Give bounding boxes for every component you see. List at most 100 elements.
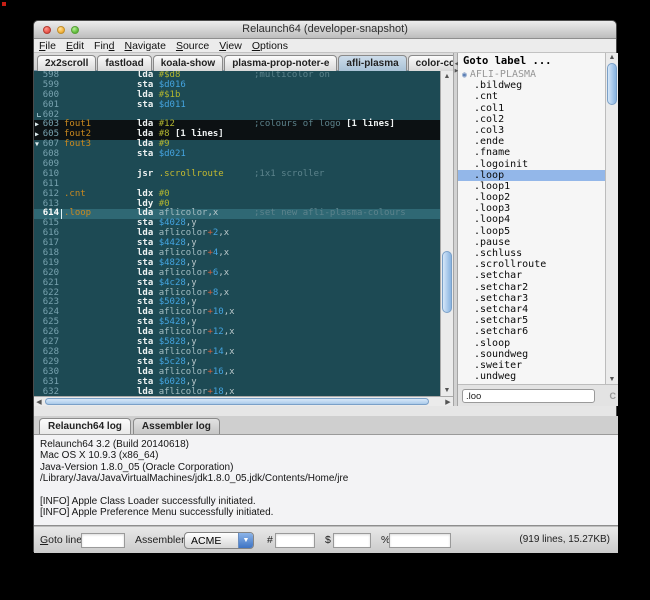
scroll-left-icon[interactable]: ◀ bbox=[34, 398, 44, 407]
code-line[interactable]: 617sta $4428,y bbox=[34, 239, 440, 249]
label-item[interactable]: .scrollroute bbox=[458, 259, 605, 270]
code-line[interactable]: ▶605fout2lda #8 [1 lines] bbox=[34, 130, 440, 140]
label-item[interactable]: .setchar3 bbox=[458, 293, 605, 304]
label-item[interactable]: .loop3 bbox=[458, 203, 605, 214]
menu-navigate[interactable]: Navigate bbox=[119, 39, 170, 53]
label-item[interactable]: .pause bbox=[458, 237, 605, 248]
label-item[interactable]: .setchar2 bbox=[458, 282, 605, 293]
decimal-input[interactable] bbox=[275, 533, 315, 548]
tab-2x2scroll[interactable]: 2x2scroll bbox=[37, 55, 96, 71]
code-line[interactable]: 631sta $6028,y bbox=[34, 378, 440, 388]
code-line[interactable]: 598lda #$d8;multicolor on bbox=[34, 71, 440, 81]
code-line[interactable]: 609 bbox=[34, 160, 440, 170]
label-item[interactable]: .sweiter bbox=[458, 360, 605, 371]
label-list[interactable]: ◉AFLI-PLASMA.bildweg.cnt.col1.col2.col3.… bbox=[458, 69, 605, 384]
assembler-select[interactable]: ACME ▼ bbox=[184, 532, 254, 549]
label-item[interactable]: .undweg bbox=[458, 371, 605, 382]
menu-find[interactable]: Find bbox=[89, 39, 119, 53]
code-line[interactable]: 632lda aflicolor+18,x bbox=[34, 388, 440, 397]
menu-options[interactable]: Options bbox=[247, 39, 293, 53]
label-item[interactable]: .fname bbox=[458, 147, 605, 158]
label-list-scrollbar[interactable]: ▲ ▼ bbox=[605, 53, 618, 384]
label-item[interactable]: .col2 bbox=[458, 114, 605, 125]
code-line[interactable]: 625sta $5428,y bbox=[34, 318, 440, 328]
fold-collapsed-icon[interactable]: ▶ bbox=[35, 130, 39, 140]
code-line[interactable]: ▼607fout3lda #9 bbox=[34, 140, 440, 150]
label-item[interactable]: .loop bbox=[458, 170, 605, 181]
code-line[interactable]: 601sta $d011 bbox=[34, 101, 440, 111]
label-item[interactable]: .schluss bbox=[458, 248, 605, 259]
scroll-down-icon[interactable]: ▼ bbox=[606, 375, 618, 384]
binary-input[interactable] bbox=[389, 533, 451, 548]
label-item[interactable]: .loop5 bbox=[458, 226, 605, 237]
label-list-scroll-thumb[interactable] bbox=[607, 63, 617, 105]
label-item[interactable]: .setchar bbox=[458, 270, 605, 281]
tab-fastload[interactable]: fastload bbox=[97, 55, 151, 71]
label-item[interactable]: .soundweg bbox=[458, 349, 605, 360]
label-item[interactable]: .logoinit bbox=[458, 159, 605, 170]
code-line[interactable]: 626lda aflicolor+12,x bbox=[34, 328, 440, 338]
label-item[interactable]: .loop4 bbox=[458, 214, 605, 225]
code-line[interactable]: 615sta $4028,y bbox=[34, 219, 440, 229]
code-line[interactable]: 621sta $4c28,y bbox=[34, 279, 440, 289]
menu-source[interactable]: Source bbox=[171, 39, 214, 53]
code-line[interactable]: 600lda #$1b bbox=[34, 91, 440, 101]
goto-line-input[interactable] bbox=[81, 533, 125, 548]
hex-input[interactable] bbox=[333, 533, 371, 548]
code-editor[interactable]: 598lda #$d8;multicolor on599sta $d016600… bbox=[34, 71, 440, 396]
label-item[interactable]: .bildweg bbox=[458, 80, 605, 91]
code-line[interactable]: 614.looplda aflicolor,x;set new afli-pla… bbox=[34, 209, 440, 219]
label-tree-root[interactable]: ◉AFLI-PLASMA bbox=[458, 69, 605, 80]
label-item[interactable]: .ende bbox=[458, 136, 605, 147]
editor-vscroll-thumb[interactable] bbox=[442, 251, 452, 313]
scroll-right-icon[interactable]: ▶ bbox=[443, 398, 453, 407]
label-item[interactable]: .setchar5 bbox=[458, 315, 605, 326]
editor-hscroll-thumb[interactable] bbox=[45, 398, 429, 405]
code-line[interactable]: 629sta $5c28,y bbox=[34, 358, 440, 368]
fold-collapsed-icon[interactable]: ▶ bbox=[35, 120, 39, 130]
label-item[interactable]: .col3 bbox=[458, 125, 605, 136]
code-line[interactable]: 630lda aflicolor+16,x bbox=[34, 368, 440, 378]
label-item[interactable]: .cnt bbox=[458, 91, 605, 102]
code-line[interactable]: 623sta $5028,y bbox=[34, 298, 440, 308]
tab-koala-show[interactable]: koala-show bbox=[153, 55, 223, 71]
label-item[interactable]: .setchar4 bbox=[458, 304, 605, 315]
code-line[interactable]: 611 bbox=[34, 180, 440, 190]
clear-filter-button[interactable]: C bbox=[610, 391, 617, 401]
tab-plasma-prop-noter-e[interactable]: plasma-prop-noter-e bbox=[224, 55, 337, 71]
code-line[interactable]: 619sta $4828,y bbox=[34, 259, 440, 269]
label-item[interactable]: .setchar6 bbox=[458, 326, 605, 337]
editor-vertical-scrollbar[interactable]: ▲ ▼ bbox=[440, 71, 453, 396]
editor-horizontal-scrollbar[interactable]: ◀ ▶ bbox=[34, 396, 453, 406]
code-line[interactable]: ▶603fout1lda #12;colours of logo [1 line… bbox=[34, 120, 440, 130]
menu-file[interactable]: File bbox=[34, 39, 61, 53]
code-line[interactable]: 622lda aflicolor+8,x bbox=[34, 289, 440, 299]
label-item[interactable]: .loop1 bbox=[458, 181, 605, 192]
code-line[interactable]: 627sta $5828,y bbox=[34, 338, 440, 348]
code-line[interactable]: 624lda aflicolor+10,x bbox=[34, 308, 440, 318]
code-line[interactable]: 620lda aflicolor+6,x bbox=[34, 269, 440, 279]
code-line[interactable]: 608sta $d021 bbox=[34, 150, 440, 160]
title-bar[interactable]: Relaunch64 (developer-snapshot) bbox=[34, 21, 616, 39]
label-item[interactable]: .sloop bbox=[458, 338, 605, 349]
fold-expanded-icon[interactable]: ▼ bbox=[35, 140, 39, 150]
code-line[interactable]: 612.cntldx #0 bbox=[34, 190, 440, 200]
tab-afli-plasma[interactable]: afli-plasma bbox=[338, 55, 406, 71]
scroll-down-icon[interactable]: ▼ bbox=[441, 386, 453, 395]
log-output[interactable]: Relaunch64 3.2 (Build 20140618)Mac OS X … bbox=[34, 434, 618, 525]
code-line[interactable]: 618lda aflicolor+4,x bbox=[34, 249, 440, 259]
menu-view[interactable]: View bbox=[214, 39, 247, 53]
chevron-down-icon[interactable]: ▼ bbox=[238, 533, 253, 548]
code-line[interactable]: 610jsr .scrollroute;1x1 scroller bbox=[34, 170, 440, 180]
label-item[interactable]: .loop2 bbox=[458, 192, 605, 203]
scroll-up-icon[interactable]: ▲ bbox=[441, 72, 453, 81]
code-line[interactable]: 599sta $d016 bbox=[34, 81, 440, 91]
menu-edit[interactable]: Edit bbox=[61, 39, 89, 53]
label-filter-input[interactable] bbox=[462, 389, 595, 403]
log-tab-assembler-log[interactable]: Assembler log bbox=[133, 418, 220, 434]
label-item[interactable]: .col1 bbox=[458, 103, 605, 114]
log-tab-relaunch64-log[interactable]: Relaunch64 log bbox=[39, 418, 131, 434]
code-line[interactable]: 628lda aflicolor+14,x bbox=[34, 348, 440, 358]
code-line[interactable]: 616lda aflicolor+2,x bbox=[34, 229, 440, 239]
scroll-up-icon[interactable]: ▲ bbox=[606, 53, 618, 62]
